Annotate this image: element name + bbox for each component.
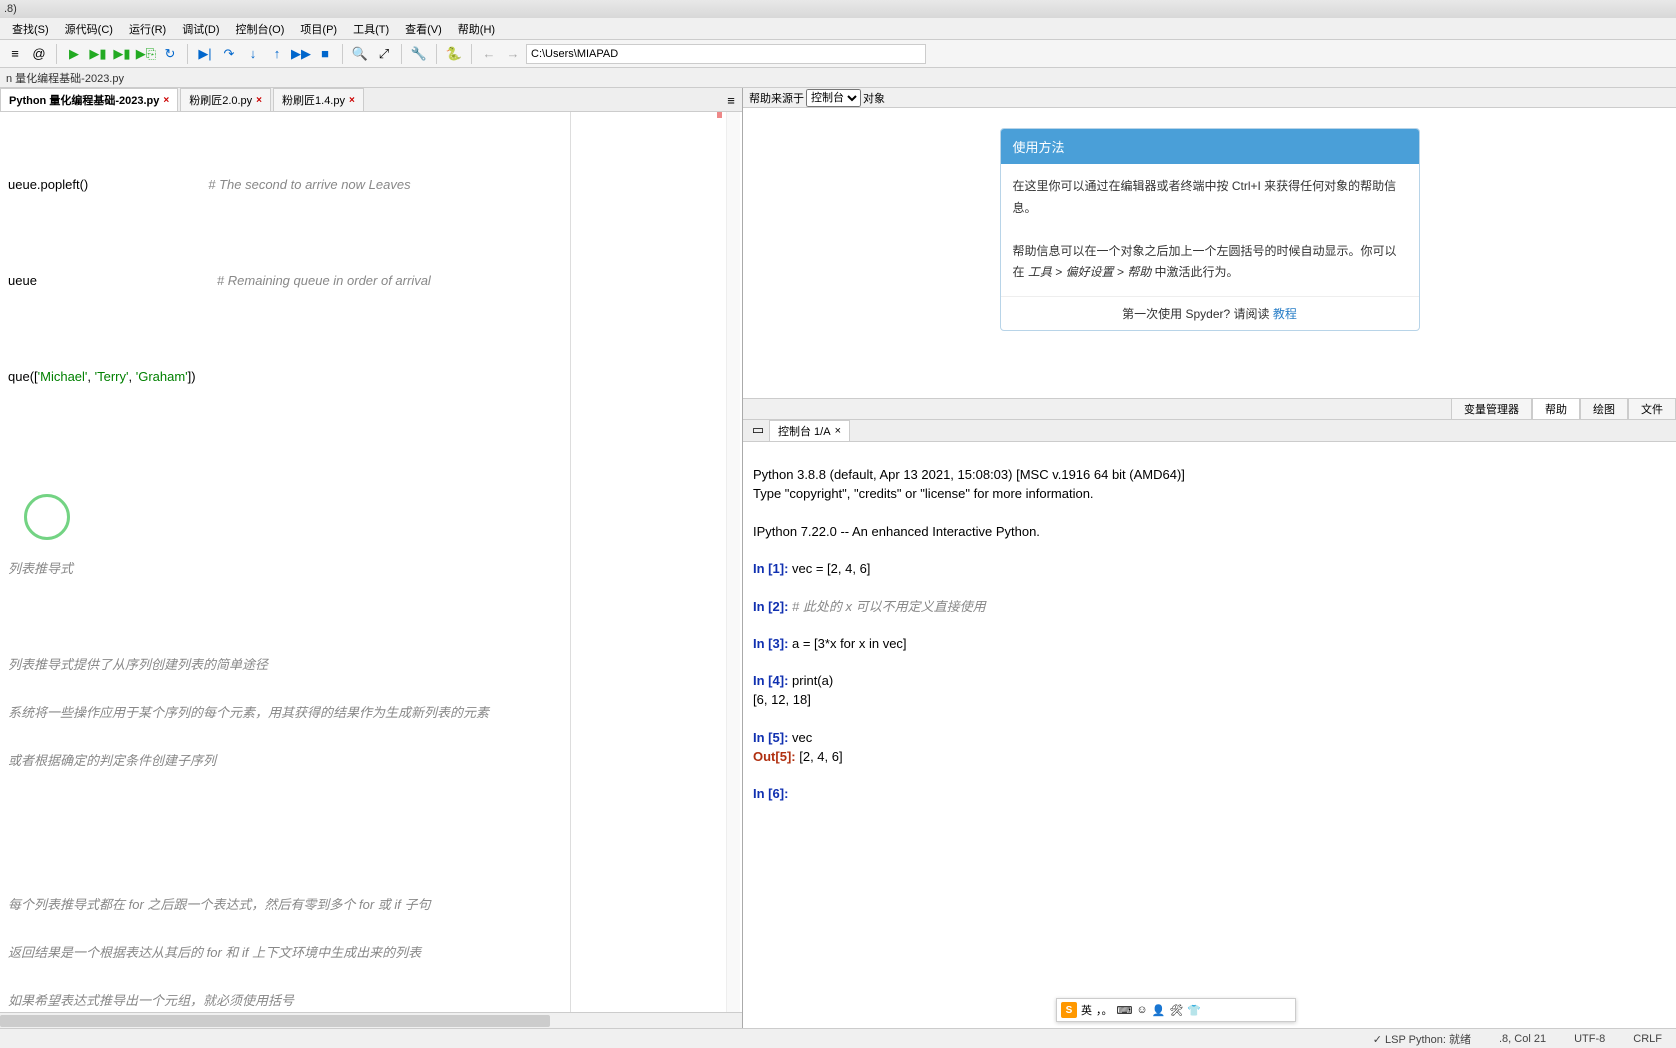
ipython-console[interactable]: Python 3.8.8 (default, Apr 13 2021, 15:0… bbox=[743, 442, 1676, 1028]
help-p2: 帮助信息可以在一个对象之后加上一个左圆括号的时候自动显示。你可以在 工具 > 偏… bbox=[1013, 241, 1407, 284]
expand-icon[interactable]: ⤢ bbox=[373, 43, 395, 65]
run-cell-icon[interactable]: ▶▮ bbox=[87, 43, 109, 65]
lsp-status: ✓ LSP Python: 就绪 bbox=[1367, 1031, 1477, 1047]
help-footer: 第一次使用 Spyder? 请阅读 教程 bbox=[1001, 296, 1419, 330]
run-selection-icon[interactable]: ▶⎘ bbox=[135, 43, 157, 65]
console-options-icon[interactable]: ▭ bbox=[747, 419, 769, 441]
eol: CRLF bbox=[1627, 1033, 1668, 1045]
menu-debug[interactable]: 调试(D) bbox=[174, 19, 227, 39]
debug-stop-icon[interactable]: ■ bbox=[314, 43, 336, 65]
ime-user-icon[interactable]: 👤 bbox=[1152, 1004, 1166, 1017]
menu-help[interactable]: 帮助(H) bbox=[450, 19, 503, 39]
statusbar: ✓ LSP Python: 就绪 .8, Col 21 UTF-8 CRLF bbox=[0, 1028, 1676, 1048]
tab-painter1[interactable]: 粉刷匠1.4.py× bbox=[273, 88, 364, 111]
titlebar: .8) bbox=[0, 0, 1676, 18]
editor-pane: Python 量化编程基础-2023.py× 粉刷匠2.0.py× 粉刷匠1.4… bbox=[0, 88, 743, 1028]
close-icon[interactable]: × bbox=[163, 95, 169, 106]
ruler bbox=[570, 112, 571, 1012]
debug-continue-icon[interactable]: ▶▶ bbox=[290, 43, 312, 65]
menu-tool[interactable]: 工具(T) bbox=[345, 19, 397, 39]
tab-plot[interactable]: 绘图 bbox=[1580, 398, 1628, 419]
rerun-icon[interactable]: ↻ bbox=[159, 43, 181, 65]
python-icon[interactable]: 🐍 bbox=[443, 43, 465, 65]
menubar: 查找(S) 源代码(C) 运行(R) 调试(D) 控制台(O) 项目(P) 工具… bbox=[0, 18, 1676, 40]
toolbar: ≡ @ ▶ ▶▮ ▶▮ ▶⎘ ↻ ▶| ↷ ↓ ↑ ▶▶ ■ 🔍 ⤢ 🔧 🐍 ←… bbox=[0, 40, 1676, 68]
menu-console[interactable]: 控制台(O) bbox=[228, 19, 293, 39]
menu-project[interactable]: 项目(P) bbox=[292, 19, 345, 39]
tab-variable-explorer[interactable]: 变量管理器 bbox=[1451, 398, 1532, 419]
close-icon[interactable]: × bbox=[256, 95, 262, 106]
tab-help[interactable]: 帮助 bbox=[1532, 398, 1580, 419]
gutter bbox=[726, 112, 740, 1012]
help-p1: 在这里你可以通过在编辑器或者终端中按 Ctrl+I 来获得任何对象的帮助信息。 bbox=[1013, 176, 1407, 219]
help-header: 帮助来源于 控制台 对象 bbox=[743, 88, 1676, 108]
run-cell-advance-icon[interactable]: ▶▮ bbox=[111, 43, 133, 65]
tab-painter2[interactable]: 粉刷匠2.0.py× bbox=[180, 88, 271, 111]
ime-punct-icon[interactable]: ，。 bbox=[1096, 1002, 1113, 1018]
ime-emoji-icon[interactable]: ☺ bbox=[1136, 1004, 1147, 1016]
ime-float[interactable]: S 英 ，。 ⌨ ☺ 👤 🛠 👕 bbox=[1056, 998, 1296, 1022]
menu-run[interactable]: 运行(R) bbox=[121, 19, 174, 39]
debug-out-icon[interactable]: ↑ bbox=[266, 43, 288, 65]
at-icon[interactable]: @ bbox=[28, 43, 50, 65]
help-title: 使用方法 bbox=[1001, 129, 1419, 164]
search-icon[interactable]: 🔍 bbox=[349, 43, 371, 65]
tab-file[interactable]: 文件 bbox=[1628, 398, 1676, 419]
menu-view[interactable]: 查看(V) bbox=[397, 19, 450, 39]
forward-icon[interactable]: → bbox=[502, 43, 524, 65]
cursor-pos: .8, Col 21 bbox=[1493, 1033, 1552, 1045]
encoding: UTF-8 bbox=[1568, 1033, 1611, 1045]
working-dir-input[interactable] bbox=[526, 44, 926, 64]
tab-python-basics[interactable]: Python 量化编程基础-2023.py× bbox=[0, 88, 178, 111]
menu-source[interactable]: 源代码(C) bbox=[57, 19, 121, 39]
menu-search[interactable]: 查找(S) bbox=[4, 19, 57, 39]
debug-start-icon[interactable]: ▶| bbox=[194, 43, 216, 65]
h-scrollbar[interactable] bbox=[0, 1012, 742, 1028]
panel-tabs: 变量管理器 帮助 绘图 文件 bbox=[743, 398, 1676, 420]
sogou-icon: S bbox=[1061, 1002, 1077, 1018]
ime-keyboard-icon[interactable]: ⌨ bbox=[1117, 1004, 1133, 1017]
menu-icon[interactable]: ≡ bbox=[4, 43, 26, 65]
right-pane: 帮助来源于 控制台 对象 使用方法 在这里你可以通过在编辑器或者终端中按 Ctr… bbox=[743, 88, 1676, 1028]
editor-tabs: Python 量化编程基础-2023.py× 粉刷匠2.0.py× 粉刷匠1.4… bbox=[0, 88, 742, 112]
back-icon[interactable]: ← bbox=[478, 43, 500, 65]
help-source-label: 帮助来源于 bbox=[749, 90, 804, 106]
console-tab-1[interactable]: 控制台 1/A× bbox=[769, 420, 850, 441]
code-editor[interactable]: ueue.popleft()# The second to arrive now… bbox=[0, 112, 742, 1012]
help-source-select[interactable]: 控制台 bbox=[806, 89, 861, 107]
breadcrumb: n 量化编程基础-2023.py bbox=[0, 68, 1676, 88]
run-icon[interactable]: ▶ bbox=[63, 43, 85, 65]
close-icon[interactable]: × bbox=[835, 425, 841, 437]
ime-lang[interactable]: 英 bbox=[1081, 1002, 1092, 1018]
wrench-icon[interactable]: 🔧 bbox=[408, 43, 430, 65]
tab-menu-icon[interactable]: ≡ bbox=[720, 89, 742, 111]
debug-into-icon[interactable]: ↓ bbox=[242, 43, 264, 65]
debug-step-icon[interactable]: ↷ bbox=[218, 43, 240, 65]
help-object-label: 对象 bbox=[863, 90, 885, 106]
close-icon[interactable]: × bbox=[349, 95, 355, 106]
ime-tool-icon[interactable]: 🛠 bbox=[1169, 1004, 1183, 1017]
help-panel: 使用方法 在这里你可以通过在编辑器或者终端中按 Ctrl+I 来获得任何对象的帮… bbox=[743, 108, 1676, 398]
ime-skin-icon[interactable]: 👕 bbox=[1187, 1004, 1201, 1017]
console-tabs: ▭ 控制台 1/A× bbox=[743, 420, 1676, 442]
tutorial-link[interactable]: 教程 bbox=[1273, 307, 1297, 321]
